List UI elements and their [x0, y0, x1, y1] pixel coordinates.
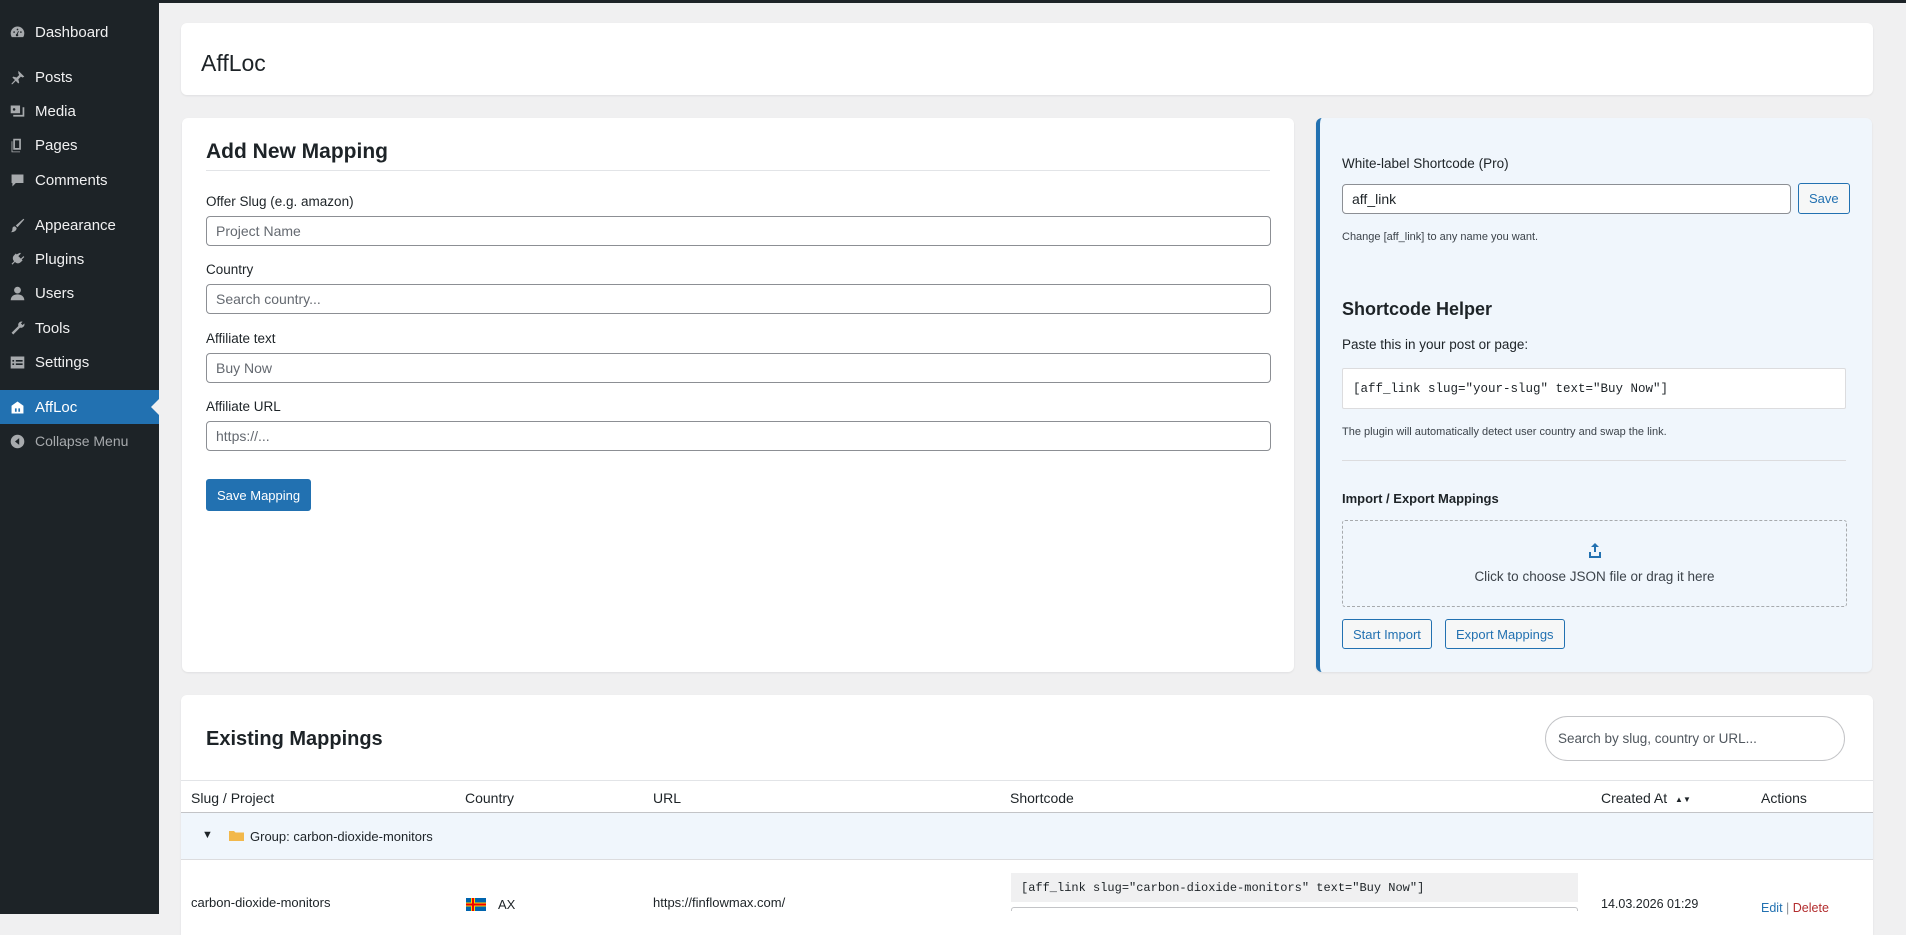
sidebar-item-dashboard[interactable]: Dashboard: [0, 15, 159, 49]
sidebar-item-label: Tools: [35, 319, 71, 337]
sidebar-item-label: Pages: [35, 136, 78, 154]
affiliate-url-label: Affiliate URL: [206, 399, 281, 414]
sidebar-item-label: Posts: [35, 68, 73, 86]
affiliate-text-label: Affiliate text: [206, 331, 276, 346]
json-dropzone[interactable]: Click to choose JSON file or drag it her…: [1342, 520, 1847, 607]
sidebar-item-users[interactable]: Users: [0, 276, 159, 310]
pages-icon: [8, 136, 26, 154]
row-country: AX: [498, 897, 516, 912]
existing-mappings-heading: Existing Mappings: [206, 728, 383, 750]
add-mapping-card: Add New Mapping Offer Slug (e.g. amazon)…: [182, 118, 1294, 672]
sidebar-item-pages[interactable]: Pages: [0, 128, 159, 162]
dashboard-icon: [8, 23, 26, 41]
save-mapping-button[interactable]: Save Mapping: [206, 479, 312, 511]
admin-sidebar: Dashboard Posts Media Pages Comments App…: [0, 0, 159, 914]
wrench-icon: [8, 319, 26, 337]
copy-shortcode-button[interactable]: [1011, 907, 1578, 911]
offer-slug-label: Offer Slug (e.g. amazon): [206, 194, 354, 209]
action-separator: |: [1786, 901, 1790, 915]
sidebar-item-posts[interactable]: Posts: [0, 60, 159, 94]
column-shortcode[interactable]: Shortcode: [1010, 790, 1074, 806]
column-created-at[interactable]: Created At ▲▼: [1601, 790, 1691, 806]
row-actions: Edit | Delete: [1761, 901, 1829, 915]
sidebar-item-label: AffLoc: [35, 398, 78, 416]
admin-top-bar: [0, 0, 1906, 3]
row-url[interactable]: https://finflowmax.com/: [653, 895, 785, 910]
group-label: Group: carbon-dioxide-monitors: [250, 829, 433, 844]
dropzone-text: Click to choose JSON file or drag it her…: [1474, 569, 1715, 584]
offer-slug-input[interactable]: [206, 216, 1271, 246]
sidebar-item-label: Media: [35, 102, 76, 120]
sidebar-item-tools[interactable]: Tools: [0, 311, 159, 345]
affloc-icon: [8, 398, 26, 416]
shortcode-helper-code: [aff_link slug="your-slug" text="Buy Now…: [1342, 368, 1846, 409]
row-slug: carbon-dioxide-monitors: [191, 895, 331, 910]
sidebar-item-plugins[interactable]: Plugins: [0, 242, 159, 276]
media-icon: [8, 102, 26, 120]
shortcode-helper-intro: Paste this in your post or page:: [1342, 337, 1529, 352]
flag-ax-icon: [466, 898, 486, 911]
import-export-heading: Import / Export Mappings: [1342, 491, 1499, 506]
country-search-input[interactable]: [206, 284, 1271, 314]
collapse-icon: [8, 432, 26, 450]
sidebar-item-appearance[interactable]: Appearance: [0, 208, 159, 242]
table-header: Slug / Project Country URL Shortcode Cre…: [181, 780, 1873, 813]
brush-icon: [8, 216, 26, 234]
whitelabel-label: White-label Shortcode (Pro): [1342, 156, 1509, 171]
row-shortcode: [aff_link slug="carbon-dioxide-monitors"…: [1011, 873, 1578, 902]
collapse-menu-label: Collapse Menu: [35, 433, 129, 449]
export-mappings-button[interactable]: Export Mappings: [1445, 619, 1565, 649]
add-mapping-heading: Add New Mapping: [206, 140, 388, 163]
pin-icon: [8, 68, 26, 86]
upload-icon: [1588, 543, 1601, 558]
settings-side-panel: White-label Shortcode (Pro) Save Change …: [1316, 118, 1872, 672]
affiliate-url-input[interactable]: [206, 421, 1271, 451]
user-icon: [8, 284, 26, 302]
page-title: AffLoc: [201, 50, 266, 76]
sidebar-item-comments[interactable]: Comments: [0, 163, 159, 197]
sidebar-item-affloc[interactable]: AffLoc: [0, 390, 159, 424]
group-caret-icon[interactable]: ▼: [202, 829, 213, 841]
whitelabel-note: Change [aff_link] to any name you want.: [1342, 231, 1539, 243]
sidebar-item-label: Users: [35, 284, 75, 302]
existing-mappings-card: Existing Mappings Slug / Project Country…: [181, 695, 1873, 935]
country-label: Country: [206, 262, 254, 277]
whitelabel-save-button[interactable]: Save: [1798, 183, 1850, 214]
sidebar-item-media[interactable]: Media: [0, 94, 159, 128]
column-url[interactable]: URL: [653, 790, 681, 806]
sidebar-item-label: Dashboard: [35, 23, 109, 41]
row-created-at: 14.03.2026 01:29: [1601, 897, 1699, 911]
page-header-card: AffLoc: [181, 23, 1873, 95]
collapse-menu-button[interactable]: Collapse Menu: [0, 424, 159, 458]
heading-divider: [206, 170, 1270, 171]
column-actions: Actions: [1761, 790, 1807, 806]
column-country[interactable]: Country: [465, 790, 514, 806]
settings-icon: [8, 353, 26, 371]
sidebar-item-label: Settings: [35, 353, 90, 371]
delete-link[interactable]: Delete: [1793, 901, 1829, 915]
whitelabel-shortcode-input[interactable]: [1342, 184, 1791, 214]
sidebar-item-label: Plugins: [35, 250, 85, 268]
plugin-icon: [8, 250, 26, 268]
sort-arrows-icon: ▲▼: [1675, 794, 1691, 804]
mappings-search-input[interactable]: [1545, 716, 1845, 761]
start-import-button[interactable]: Start Import: [1342, 619, 1432, 649]
shortcode-helper-heading: Shortcode Helper: [1342, 299, 1493, 319]
sidebar-item-label: Comments: [35, 171, 108, 189]
sidebar-item-label: Appearance: [35, 216, 116, 234]
comment-icon: [8, 171, 26, 189]
sidebar-item-settings[interactable]: Settings: [0, 345, 159, 379]
column-slug[interactable]: Slug / Project: [191, 790, 274, 806]
panel-divider: [1342, 460, 1846, 461]
edit-link[interactable]: Edit: [1761, 901, 1783, 915]
affiliate-text-input[interactable]: [206, 353, 1271, 383]
folder-icon: [229, 831, 244, 841]
shortcode-helper-note: The plugin will automatically detect use…: [1342, 426, 1667, 438]
group-row[interactable]: ▼ Group: carbon-dioxide-monitors: [181, 813, 1873, 860]
column-created-at-label: Created At: [1601, 790, 1668, 806]
